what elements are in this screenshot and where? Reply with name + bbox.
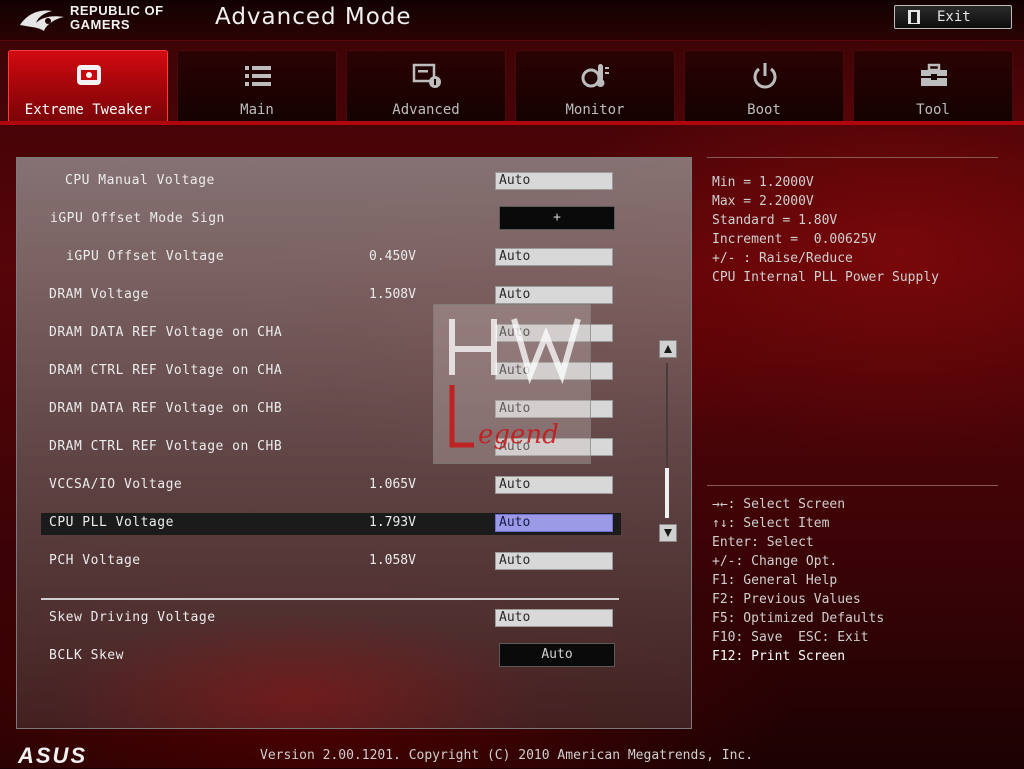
setting-label: CPU Manual Voltage xyxy=(65,173,215,188)
exit-label: Exit xyxy=(937,9,971,25)
key-hint: F10: Save ESC: Exit xyxy=(712,630,869,645)
brand-text: REPUBLIC OF GAMERS xyxy=(70,4,164,32)
arrow-up-icon xyxy=(664,345,672,353)
tab-label: Advanced xyxy=(392,102,460,118)
scroll-down-button[interactable] xyxy=(659,524,677,542)
section-divider xyxy=(41,598,619,600)
help-line: CPU Internal PLL Power Supply xyxy=(712,270,939,285)
setting-current-value: 1.793V xyxy=(369,515,416,530)
arrow-down-icon xyxy=(664,529,672,537)
power-icon xyxy=(753,63,777,89)
setting-cpu-manual-voltage[interactable]: CPU Manual Voltage Auto xyxy=(41,171,621,193)
watermark-graphic: egend xyxy=(449,318,581,450)
key-legend: →←: Select Screen ↑↓: Select Item Enter:… xyxy=(712,495,884,666)
tweaker-icon xyxy=(77,65,101,85)
tab-label: Monitor xyxy=(565,102,625,118)
brand-line-1: REPUBLIC OF xyxy=(70,3,164,18)
header-bar: REPUBLIC OF GAMERS Advanced Mode Exit xyxy=(0,0,1024,41)
setting-label: DRAM CTRL REF Voltage on CHB xyxy=(49,439,283,454)
setting-cpu-pll-voltage[interactable]: CPU PLL Voltage 1.793V Auto xyxy=(41,513,621,535)
help-line: Max = 2.2000V xyxy=(712,194,814,209)
setting-skew-driving-voltage[interactable]: Skew Driving Voltage Auto xyxy=(41,608,621,630)
setting-label: DRAM DATA REF Voltage on CHB xyxy=(49,401,283,416)
key-hint: F1: General Help xyxy=(712,573,838,588)
setting-input[interactable]: Auto xyxy=(495,609,613,627)
tab-extreme-tweaker[interactable]: Extreme Tweaker xyxy=(8,50,168,122)
tab-tool[interactable]: Tool xyxy=(853,50,1013,122)
setting-input[interactable]: Auto xyxy=(495,476,613,494)
tab-label: Main xyxy=(240,102,274,118)
key-hint: +/-: Change Opt. xyxy=(712,554,838,569)
tab-label: Tool xyxy=(916,102,950,118)
setting-input[interactable]: Auto xyxy=(495,248,613,266)
setting-igpu-offset-mode-sign[interactable]: iGPU Offset Mode Sign + xyxy=(41,206,621,231)
svg-text:egend: egend xyxy=(478,420,559,450)
exit-button[interactable]: Exit xyxy=(894,5,1012,29)
setting-label: BCLK Skew xyxy=(49,648,124,663)
setting-help-info: Min = 1.2000V Max = 2.2000V Standard = 1… xyxy=(712,173,939,287)
setting-input[interactable]: Auto xyxy=(495,514,613,532)
page-title: Advanced Mode xyxy=(215,4,412,30)
setting-current-value: 0.450V xyxy=(369,249,416,264)
exit-door-icon xyxy=(908,10,920,24)
setting-label: iGPU Offset Voltage xyxy=(66,249,225,264)
scroll-up-button[interactable] xyxy=(659,340,677,358)
toolbox-icon xyxy=(921,63,947,86)
tab-monitor[interactable]: Monitor xyxy=(515,50,675,122)
help-divider-top xyxy=(707,157,998,158)
rog-logo-icon xyxy=(20,10,64,32)
setting-label: DRAM DATA REF Voltage on CHA xyxy=(49,325,283,340)
advanced-settings-icon xyxy=(412,63,441,88)
key-hint: F2: Previous Values xyxy=(712,592,861,607)
tab-boot[interactable]: Boot xyxy=(684,50,844,122)
setting-bclk-skew[interactable]: BCLK Skew Auto xyxy=(41,643,621,668)
scrollbar-thumb[interactable] xyxy=(665,468,669,518)
list-icon xyxy=(245,66,271,86)
help-line: Min = 1.2000V xyxy=(712,175,814,190)
setting-input[interactable]: Auto xyxy=(495,172,613,190)
key-hint: F12: Print Screen xyxy=(712,649,846,664)
brand-line-2: GAMERS xyxy=(70,17,131,32)
help-divider-mid xyxy=(707,485,998,486)
help-line: Increment = 0.00625V xyxy=(712,232,877,247)
setting-label: iGPU Offset Mode Sign xyxy=(50,211,225,226)
setting-vccsa-io-voltage[interactable]: VCCSA/IO Voltage 1.065V Auto xyxy=(41,475,621,497)
key-hint: ↑↓: Select Item xyxy=(712,516,830,531)
setting-current-value: 1.065V xyxy=(369,477,416,492)
help-line: +/- : Raise/Reduce xyxy=(712,251,853,266)
tab-label: Boot xyxy=(747,102,781,118)
key-hint: F5: Optimized Defaults xyxy=(712,611,885,626)
setting-label: PCH Voltage xyxy=(49,553,141,568)
setting-current-value: 1.058V xyxy=(369,553,416,568)
tab-strip-divider xyxy=(0,121,1024,125)
key-hint: →←: Select Screen xyxy=(712,497,846,512)
thermometer-icon xyxy=(581,64,609,88)
setting-pch-voltage[interactable]: PCH Voltage 1.058V Auto xyxy=(41,551,621,573)
setting-label: VCCSA/IO Voltage xyxy=(49,477,183,492)
tab-main[interactable]: Main xyxy=(177,50,337,122)
setting-input[interactable]: Auto xyxy=(495,286,613,304)
setting-input[interactable]: Auto xyxy=(495,552,613,570)
setting-label: Skew Driving Voltage xyxy=(49,610,216,625)
setting-label: DRAM Voltage xyxy=(49,287,149,302)
setting-igpu-offset-voltage[interactable]: iGPU Offset Voltage 0.450V Auto xyxy=(41,247,621,269)
setting-select-button[interactable]: Auto xyxy=(499,643,615,667)
tab-advanced[interactable]: Advanced xyxy=(346,50,506,122)
asus-logo: ASUS xyxy=(18,743,88,768)
help-line: Standard = 1.80V xyxy=(712,213,838,228)
setting-select-button[interactable]: + xyxy=(499,206,615,230)
setting-label: DRAM CTRL REF Voltage on CHA xyxy=(49,363,283,378)
tab-label: Extreme Tweaker xyxy=(24,102,152,118)
version-text: Version 2.00.1201. Copyright (C) 2010 Am… xyxy=(260,748,754,763)
key-hint: Enter: Select xyxy=(712,535,814,550)
setting-current-value: 1.508V xyxy=(369,287,416,302)
setting-label: CPU PLL Voltage xyxy=(49,515,174,530)
watermark-logo: egend xyxy=(433,304,591,464)
